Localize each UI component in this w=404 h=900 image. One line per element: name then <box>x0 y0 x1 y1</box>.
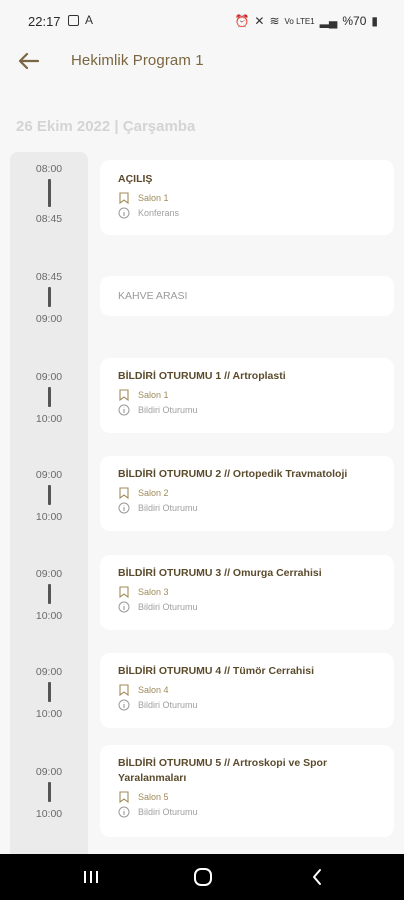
start-time: 09:00 <box>35 666 63 678</box>
time-slot: 08:45 09:00 <box>10 271 88 325</box>
session-type: Konferans <box>138 208 180 218</box>
session-title: KAHVE ARASI <box>118 290 188 302</box>
start-time: 08:45 <box>35 271 63 283</box>
mute-icon: ✕ <box>254 14 265 28</box>
info-icon <box>118 207 130 219</box>
status-letter: A <box>85 13 94 27</box>
start-time: 08:00 <box>35 163 63 175</box>
time-slot: 08:00 08:45 <box>10 163 88 225</box>
time-divider <box>47 682 51 702</box>
session-card[interactable]: BİLDİRİ OTURUMU 4 // Tümör Cerrahisi Sal… <box>100 653 394 728</box>
time-slot: 09:00 10:00 <box>10 766 88 820</box>
session-type: Bildiri Oturumu <box>138 807 198 817</box>
time-divider <box>47 485 51 505</box>
status-bar: 22:17 A ⏰ ✕ ≋ Vo LTE1 ▂▄ %70 ▮ <box>0 0 404 40</box>
session-title: BİLDİRİ OTURUMU 5 // Artroskopi ve Spor … <box>118 757 328 784</box>
time-slot: 09:00 10:00 <box>10 568 88 622</box>
end-time: 09:00 <box>35 313 63 325</box>
info-icon <box>118 806 130 818</box>
system-nav-bar <box>0 854 404 900</box>
time-divider <box>47 584 51 604</box>
end-time: 10:00 <box>35 511 63 523</box>
time-divider <box>47 287 51 307</box>
session-title: BİLDİRİ OTURUMU 1 // Artroplasti <box>118 370 286 382</box>
page-title: Hekimlik Program 1 <box>71 52 204 69</box>
start-time: 09:00 <box>35 568 63 580</box>
start-time: 09:00 <box>35 766 63 778</box>
info-icon <box>118 502 130 514</box>
recent-apps-icon <box>84 871 98 883</box>
system-back-button[interactable] <box>302 866 332 888</box>
start-time: 09:00 <box>35 371 63 383</box>
time-divider <box>47 179 51 207</box>
bookmark-icon <box>118 791 130 803</box>
home-button[interactable] <box>188 866 218 888</box>
time-slot: 09:00 10:00 <box>10 666 88 720</box>
session-salon: Salon 1 <box>138 193 169 203</box>
recent-apps-button[interactable] <box>76 866 106 888</box>
session-title: BİLDİRİ OTURUMU 2 // Ortopedik Travmatol… <box>118 468 348 480</box>
signal-icon: ▂▄ <box>319 14 338 28</box>
battery-icon: ▮ <box>371 14 378 28</box>
wifi-icon: ≋ <box>269 14 280 28</box>
session-type: Bildiri Oturumu <box>138 405 198 415</box>
home-icon <box>194 868 212 886</box>
info-icon <box>118 601 130 613</box>
chevron-left-icon <box>313 869 321 885</box>
info-icon <box>118 699 130 711</box>
end-time: 10:00 <box>35 413 63 425</box>
session-title: AÇILIŞ <box>118 173 153 185</box>
session-salon: Salon 3 <box>138 587 169 597</box>
app-bar: Hekimlik Program 1 <box>0 40 404 84</box>
session-type: Bildiri Oturumu <box>138 602 198 612</box>
session-salon: Salon 5 <box>138 792 169 802</box>
network-label: Vo LTE1 <box>284 16 315 26</box>
date-header: 26 Ekim 2022 | Çarşamba <box>16 118 196 135</box>
arrow-left-icon <box>18 52 40 70</box>
session-card[interactable]: BİLDİRİ OTURUMU 2 // Ortopedik Travmatol… <box>100 456 394 531</box>
bookmark-icon <box>118 389 130 401</box>
status-time: 22:17 <box>28 14 61 29</box>
session-salon: Salon 1 <box>138 390 169 400</box>
end-time: 10:00 <box>35 808 63 820</box>
end-time: 10:00 <box>35 610 63 622</box>
bookmark-icon <box>118 586 130 598</box>
session-salon: Salon 4 <box>138 685 169 695</box>
time-divider <box>47 387 51 407</box>
bookmark-icon <box>118 684 130 696</box>
session-type: Bildiri Oturumu <box>138 503 198 513</box>
session-type: Bildiri Oturumu <box>138 700 198 710</box>
time-divider <box>47 782 51 802</box>
session-card[interactable]: BİLDİRİ OTURUMU 5 // Artroskopi ve Spor … <box>100 745 394 837</box>
end-time: 10:00 <box>35 708 63 720</box>
end-time: 08:45 <box>35 213 63 225</box>
bookmark-icon <box>118 192 130 204</box>
alarm-icon: ⏰ <box>234 14 250 28</box>
gallery-icon <box>68 14 79 26</box>
battery-label: %70 <box>342 14 367 28</box>
start-time: 09:00 <box>35 469 63 481</box>
time-slot: 09:00 10:00 <box>10 469 88 523</box>
back-button[interactable] <box>16 50 42 72</box>
info-icon <box>118 404 130 416</box>
session-card[interactable]: AÇILIŞ Salon 1 Konferans <box>100 160 394 235</box>
session-card[interactable]: BİLDİRİ OTURUMU 1 // Artroplasti Salon 1… <box>100 358 394 433</box>
session-title: BİLDİRİ OTURUMU 4 // Tümör Cerrahisi <box>118 665 315 677</box>
bookmark-icon <box>118 487 130 499</box>
session-card[interactable]: KAHVE ARASI <box>100 276 394 316</box>
session-title: BİLDİRİ OTURUMU 3 // Omurga Cerrahisi <box>118 567 322 579</box>
session-salon: Salon 2 <box>138 488 169 498</box>
time-slot: 09:00 10:00 <box>10 371 88 425</box>
session-card[interactable]: BİLDİRİ OTURUMU 3 // Omurga Cerrahisi Sa… <box>100 555 394 630</box>
